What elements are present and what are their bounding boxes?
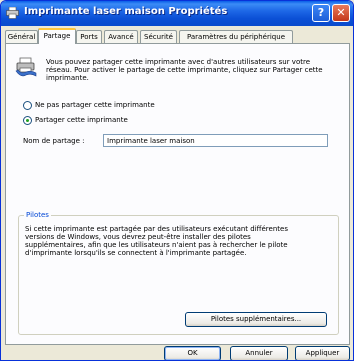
window-title: Imprimante laser maison Propriétés: [24, 6, 228, 17]
drivers-legend: Pilotes: [24, 211, 51, 219]
tab-partage[interactable]: Partage: [38, 28, 76, 44]
sharing-panel: Vous pouvez partager cette imprimante av…: [5, 43, 350, 345]
sharing-intro-text: Vous pouvez partager cette imprimante av…: [46, 58, 323, 82]
apply-button[interactable]: Appliquer: [295, 346, 350, 360]
radio-share-label: Partager cette imprimante: [35, 116, 128, 124]
share-name-label: Nom de partage :: [23, 137, 85, 145]
radio-no-share[interactable]: Ne pas partager cette imprimante: [23, 101, 155, 110]
radio-no-share-label: Ne pas partager cette imprimante: [35, 101, 155, 109]
radio-share[interactable]: Partager cette imprimante: [23, 116, 128, 125]
tab-securite[interactable]: Sécurité: [140, 30, 177, 43]
cancel-button[interactable]: Annuler: [230, 346, 288, 360]
tab-avance[interactable]: Avancé: [104, 30, 138, 43]
tab-parametres-peripherique[interactable]: Paramètres du périphérique: [179, 30, 293, 43]
share-name-input[interactable]: [103, 134, 328, 147]
title-bar[interactable]: Imprimante laser maison Propriétés ? ✕: [1, 1, 353, 26]
tab-general[interactable]: Général: [5, 30, 38, 43]
additional-drivers-button[interactable]: Pilotes supplémentaires...: [185, 312, 327, 327]
ok-button[interactable]: OK: [164, 346, 221, 360]
radio-circle-checked[interactable]: [23, 116, 32, 125]
radio-circle[interactable]: [23, 101, 32, 110]
printer-icon: [6, 6, 19, 19]
properties-window: Imprimante laser maison Propriétés ? ✕ G…: [0, 0, 354, 361]
help-button[interactable]: ?: [312, 4, 330, 22]
drivers-group: Pilotes Si cette imprimante est partagée…: [18, 211, 339, 335]
close-button[interactable]: ✕: [332, 4, 350, 22]
drivers-description: Si cette imprimante est partagée par des…: [25, 225, 288, 257]
shared-printer-icon: [15, 56, 37, 78]
tab-ports[interactable]: Ports: [76, 30, 102, 43]
